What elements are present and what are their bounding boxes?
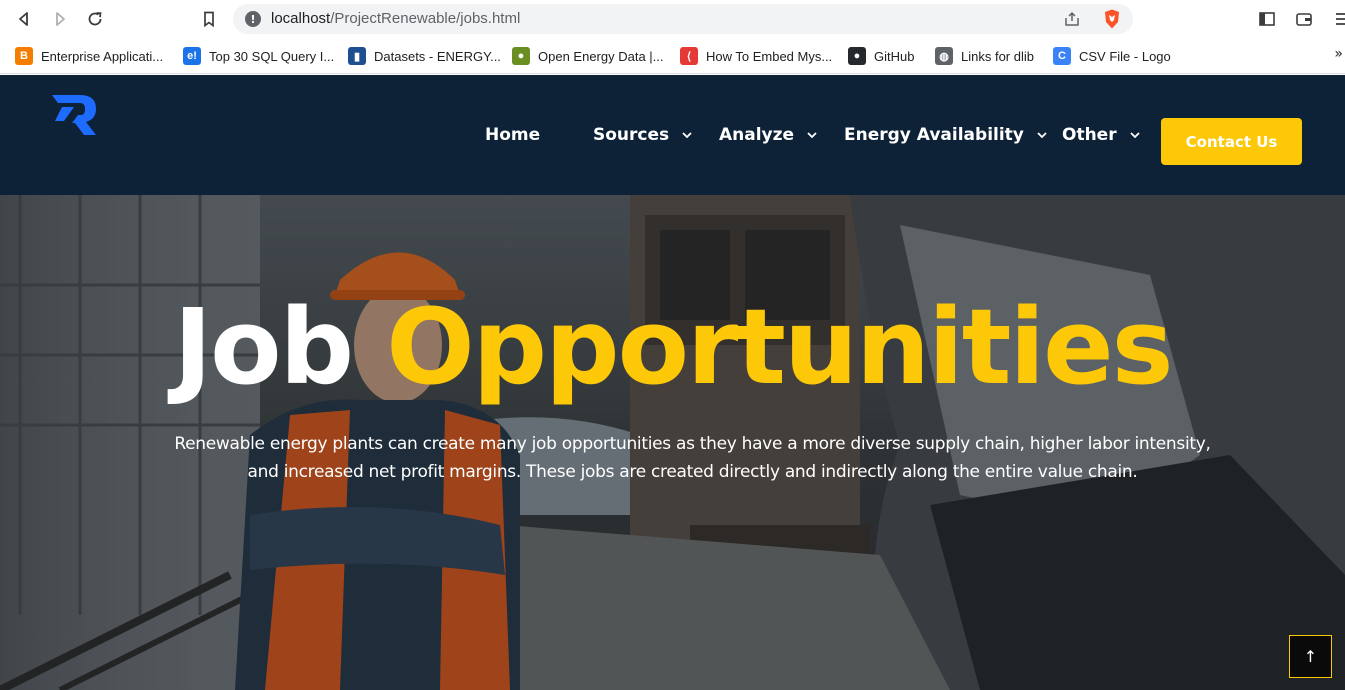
more-bookmarks-button[interactable]: » (1334, 46, 1343, 62)
menu-icon[interactable] (1328, 7, 1345, 31)
bookmark-item[interactable]: C CSV File - Logo (1053, 46, 1171, 66)
globe-icon: ◍ (935, 47, 953, 65)
url-host: localhost (271, 10, 331, 27)
browser-toolbar: ! localhost/ProjectRenewable/jobs.html (0, 0, 1345, 38)
bookmark-item[interactable]: e! Top 30 SQL Query I... (183, 46, 334, 66)
bookmark-label: GitHub (874, 48, 915, 64)
site-header: Home Sources Analyze Energy Availability… (0, 75, 1345, 195)
forward-icon[interactable] (48, 7, 72, 31)
bookmark-icon[interactable] (197, 7, 221, 31)
bookmark-label: Datasets - ENERGY... (374, 48, 501, 64)
datasets-icon: ▮ (348, 47, 366, 65)
brave-shield-icon[interactable] (1101, 8, 1123, 30)
github-icon: ● (848, 47, 866, 65)
nav-energy-availability-label: Energy Availability (844, 125, 1024, 145)
site-logo[interactable] (50, 89, 100, 137)
bookmark-label: Enterprise Applicati... (41, 48, 164, 64)
chevron-down-icon (1129, 132, 1140, 139)
hero-title: Job Opportunities (0, 295, 1345, 399)
bookmarks-bar: B Enterprise Applicati... e! Top 30 SQL Que… (0, 38, 1345, 74)
embed-icon: ⟨ (680, 47, 698, 65)
hero-title-word-2: Opportunities (386, 286, 1173, 408)
bookmark-label: CSV File - Logo (1079, 48, 1171, 64)
scroll-to-top-button[interactable]: ↑ (1289, 635, 1332, 678)
chevron-down-icon (682, 132, 692, 139)
nav-analyze[interactable]: Analyze (719, 122, 818, 148)
bookmark-item[interactable]: B Enterprise Applicati... (15, 46, 163, 66)
sidebar-toggle-icon[interactable] (1255, 7, 1279, 31)
bookmark-label: Open Energy Data |... (538, 48, 664, 64)
bookmark-item[interactable]: ● Open Energy Data |... (512, 46, 664, 66)
url-path: /ProjectRenewable/jobs.html (330, 10, 521, 27)
nav-sources[interactable]: Sources (593, 122, 693, 148)
chevron-down-icon (1037, 132, 1047, 139)
hero-title-word-1: Job (173, 286, 354, 408)
contact-us-button[interactable]: Contact Us (1161, 118, 1302, 165)
back-icon[interactable] (12, 7, 36, 31)
bookmark-item[interactable]: ⟨ How To Embed Mys... (680, 46, 832, 66)
chevron-down-icon (807, 132, 817, 139)
reload-icon[interactable] (83, 7, 107, 31)
bookmark-item[interactable]: ● GitHub (848, 46, 914, 66)
bookmark-item[interactable]: ◍ Links for dlib (935, 46, 1034, 66)
bookmark-label: How To Embed Mys... (706, 48, 833, 64)
address-bar[interactable]: ! localhost/ProjectRenewable/jobs.html (233, 4, 1133, 34)
hero-section: Job Opportunities Renewable energy plant… (0, 195, 1345, 690)
energy-seal-icon: ● (512, 47, 530, 65)
nav-home[interactable]: Home (485, 122, 540, 148)
nav-analyze-label: Analyze (719, 125, 795, 145)
blogger-icon: B (15, 47, 33, 65)
share-icon[interactable] (1063, 10, 1081, 28)
bookmark-label: Top 30 SQL Query I... (209, 48, 335, 64)
csv-logo-icon: C (1053, 47, 1071, 65)
edureka-icon: e! (183, 47, 201, 65)
bookmark-item[interactable]: ▮ Datasets - ENERGY... (348, 46, 501, 66)
url-text: localhost/ProjectRenewable/jobs.html (271, 10, 520, 27)
nav-energy-availability[interactable]: Energy Availability (844, 122, 1048, 148)
nav-sources-label: Sources (593, 125, 670, 145)
hero-description: Renewable energy plants can create many … (174, 434, 1211, 482)
nav-other-label: Other (1062, 125, 1117, 145)
wallet-icon[interactable] (1292, 7, 1316, 31)
nav-other[interactable]: Other (1062, 122, 1141, 148)
bookmark-label: Links for dlib (961, 48, 1034, 64)
nav-home-label: Home (485, 125, 541, 145)
site-info-icon[interactable]: ! (245, 11, 261, 27)
